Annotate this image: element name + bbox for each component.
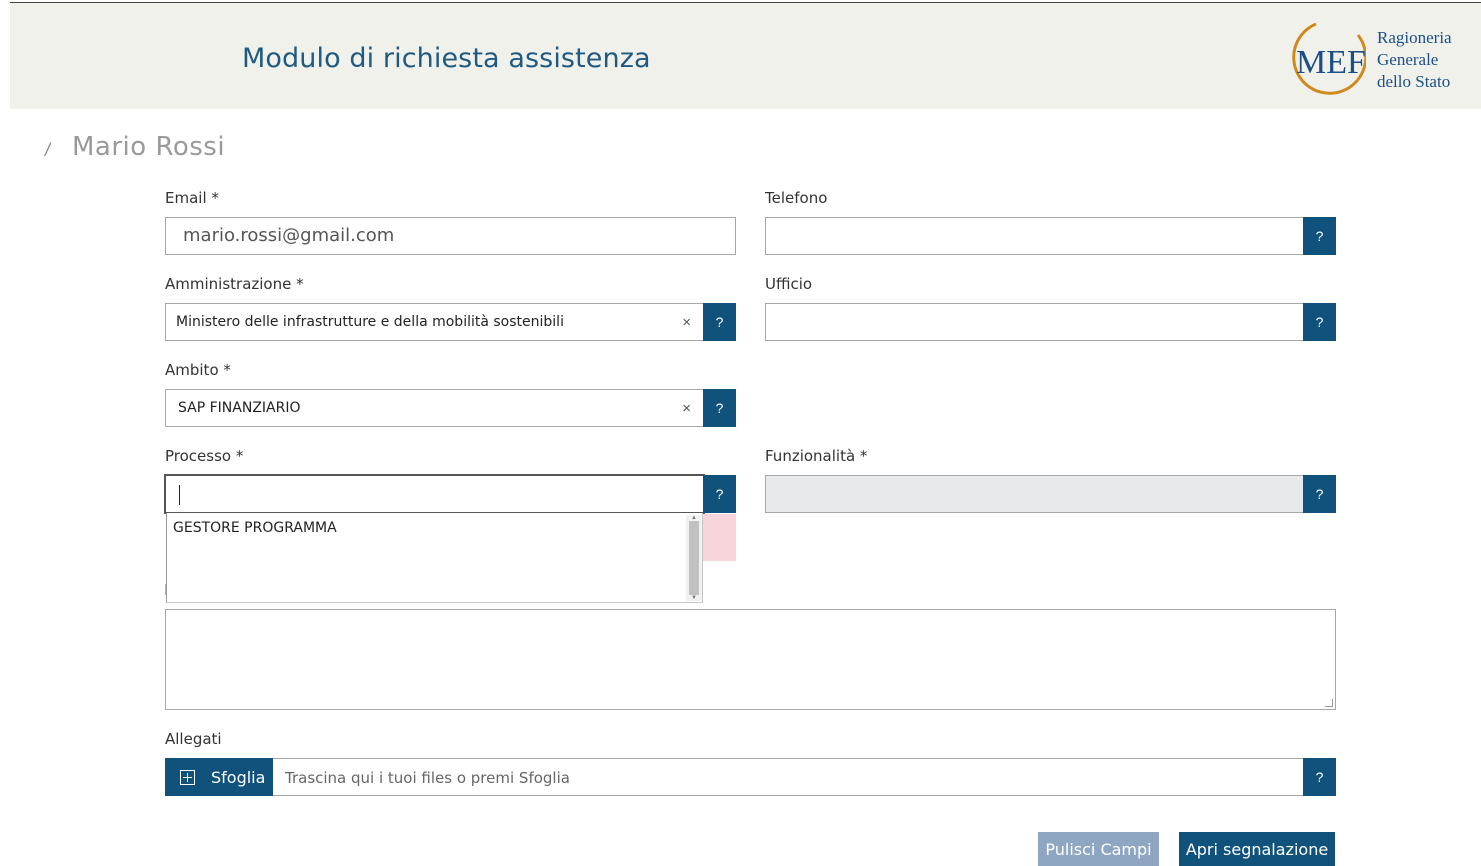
clear-fields-button[interactable]: Pulisci Campi (1038, 832, 1159, 866)
processo-error-indicator (703, 514, 736, 561)
mef-logo-icon: MEF (1292, 22, 1366, 95)
email-field[interactable]: mario.rossi@gmail.com (165, 217, 736, 255)
validation-marker (165, 584, 166, 595)
ambito-help-button[interactable]: ? (703, 389, 736, 427)
ambito-select[interactable]: SAP FINANZIARIO × (165, 389, 704, 427)
text-caret (179, 485, 180, 505)
email-label: Email * (165, 189, 219, 207)
drop-hint: Trascina qui i tuoi files o premi Sfogli… (285, 769, 570, 787)
mef-logo: MEF Ragioneria Generale dello Stato (1286, 21, 1476, 97)
svg-text:MEF: MEF (1296, 44, 1366, 81)
amministrazione-help-button[interactable]: ? (703, 303, 736, 341)
ambito-clear-icon[interactable]: × (682, 400, 691, 417)
page-header: Modulo di richiesta assistenza MEF Ragio… (10, 3, 1481, 109)
ufficio-field[interactable] (765, 303, 1304, 341)
telefono-label: Telefono (765, 189, 828, 207)
amministrazione-label: Amministrazione * (165, 275, 304, 293)
description-textarea[interactable] (165, 609, 1336, 710)
processo-option[interactable]: GESTORE PROGRAMMA (173, 520, 337, 536)
allegati-help-button[interactable]: ? (1303, 758, 1336, 796)
funzionalita-help-button[interactable]: ? (1303, 475, 1336, 513)
amministrazione-clear-icon[interactable]: × (682, 314, 691, 331)
open-ticket-button[interactable]: Apri segnalazione (1179, 832, 1335, 866)
allegati-label: Allegati (165, 730, 222, 748)
processo-dropdown: GESTORE PROGRAMMA ▲ ▼ (166, 513, 703, 603)
page-title: Modulo di richiesta assistenza (242, 43, 651, 74)
ufficio-label: Ufficio (765, 275, 813, 293)
scroll-thumb[interactable] (689, 521, 699, 595)
browse-button[interactable]: Sfoglia (165, 758, 273, 796)
telefono-help-button[interactable]: ? (1303, 217, 1336, 255)
resize-grip-icon[interactable] (1325, 699, 1333, 707)
processo-help-button[interactable]: ? (703, 475, 736, 513)
processo-label: Processo * (165, 447, 244, 465)
email-value: mario.rossi@gmail.com (183, 225, 395, 246)
logo-text: Ragioneria Generale dello Stato (1377, 27, 1452, 93)
ambito-label: Ambito * (165, 361, 231, 379)
user-name: Mario Rossi (72, 132, 226, 162)
ufficio-help-button[interactable]: ? (1303, 303, 1336, 341)
funzionalita-select (765, 475, 1304, 513)
amministrazione-select[interactable]: Ministero delle infrastrutture e della m… (165, 303, 704, 341)
user-prefix-mark: / (45, 140, 51, 160)
browse-label: Sfoglia (211, 768, 266, 787)
scroll-down-arrow-icon[interactable]: ▼ (691, 595, 697, 601)
logo-line-3: dello Stato (1377, 72, 1451, 91)
plus-box-icon (180, 770, 195, 785)
logo-line-2: Generale (1377, 50, 1439, 69)
dropdown-scrollbar[interactable]: ▲ ▼ (686, 515, 702, 601)
processo-search-input[interactable] (164, 474, 705, 514)
telefono-field[interactable] (765, 217, 1304, 255)
ambito-value: SAP FINANZIARIO (178, 400, 301, 416)
file-drop-zone[interactable]: Trascina qui i tuoi files o premi Sfogli… (273, 758, 1304, 796)
amministrazione-value: Ministero delle infrastrutture e della m… (176, 314, 564, 330)
logo-line-1: Ragioneria (1377, 28, 1452, 47)
funzionalita-label: Funzionalità * (765, 447, 868, 465)
